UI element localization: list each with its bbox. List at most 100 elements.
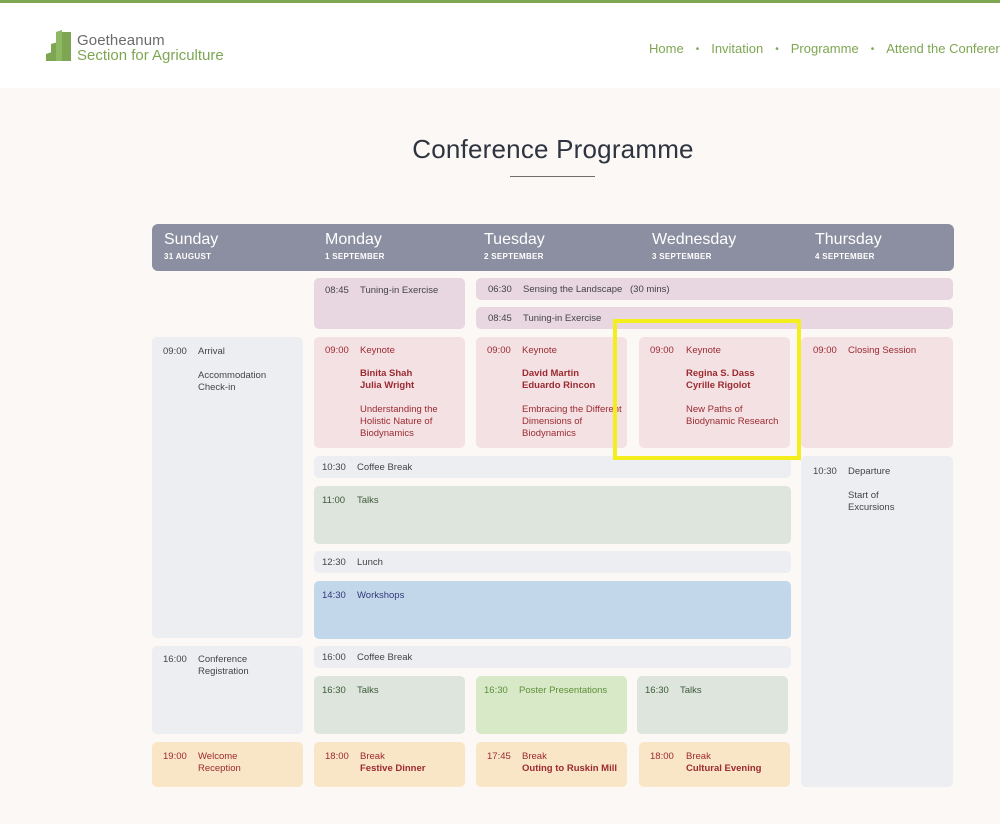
event-monday-festive-dinner[interactable]: 18:00 Break Festive Dinner (314, 742, 465, 787)
nav-separator-dot: • (870, 44, 875, 55)
event-lunch[interactable]: 12:30 Lunch (314, 551, 791, 573)
event-workshops[interactable]: 14:30 Workshops (314, 581, 791, 639)
nav-attend[interactable]: Attend the Conferer (886, 41, 999, 56)
page-title: Conference Programme (412, 134, 694, 164)
day-name: Tuesday (484, 231, 545, 248)
event-title: Keynote (522, 345, 557, 356)
day-date: 4 SEPTEMBER (815, 252, 875, 261)
event-time: 18:00 (650, 751, 674, 762)
event-time: 19:00 (163, 751, 187, 762)
event-wednesday-cultural-evening[interactable]: 18:00 Break Cultural Evening (639, 742, 790, 787)
event-time: 16:00 (322, 652, 346, 663)
site-header: Goetheanum Section for Agriculture Home •… (0, 3, 1000, 88)
event-time: 10:30 (322, 462, 346, 473)
event-thursday-departure[interactable]: 10:30 Departure Start of Excursions (801, 456, 953, 787)
event-title: Tuning-in Exercise (360, 285, 439, 296)
event-title: Departure (848, 466, 891, 477)
event-title: Reception (198, 763, 241, 774)
day-date: 31 AUGUST (164, 252, 212, 261)
event-title: Lunch (357, 557, 383, 568)
day-date: 1 SEPTEMBER (325, 252, 385, 261)
event-title: Registration (198, 666, 249, 677)
speaker-name: David Martin (522, 368, 580, 379)
event-title: Talks (680, 685, 702, 696)
event-title: Coffee Break (357, 652, 413, 663)
keynote-topic: Embracing the Different (522, 404, 622, 415)
event-time: 08:45 (325, 285, 349, 296)
main-navigation: Home • Invitation • Programme • Attend the Con… (649, 41, 1000, 56)
title-underline (510, 176, 595, 177)
event-time: 11:00 (322, 495, 346, 506)
event-time: 17:45 (487, 751, 511, 762)
event-time: 09:00 (813, 345, 837, 356)
event-time: 16:30 (645, 685, 669, 696)
keynote-topic: Understanding the (360, 404, 438, 415)
event-title: Tuning-in Exercise (523, 313, 602, 324)
nav-separator-dot: • (695, 44, 700, 55)
days-header: Sunday 31 AUGUST Monday 1 SEPTEMBER Tuesda… (152, 224, 954, 271)
event-time: 09:00 (487, 345, 511, 356)
day-date: 2 SEPTEMBER (484, 252, 544, 261)
event-title: Outing to Ruskin Mill (522, 763, 617, 774)
event-thursday-closing-session[interactable]: 09:00 Closing Session (801, 337, 953, 448)
day-date: 3 SEPTEMBER (652, 252, 712, 261)
day-name: Thursday (815, 231, 882, 248)
nav-invitation[interactable]: Invitation (711, 41, 763, 56)
event-detail: Accommodation (198, 370, 267, 381)
event-sunday-arrival[interactable]: 09:00 Arrival Accommodation Check-in (152, 337, 303, 638)
event-title: Coffee Break (357, 462, 413, 473)
event-time: 09:00 (163, 346, 187, 357)
event-sunday-registration[interactable]: 16:00 Conference Registration (152, 646, 303, 734)
event-wednesday-talks[interactable]: 16:30 Talks (637, 676, 788, 734)
nav-programme[interactable]: Programme (791, 41, 859, 56)
day-name: Wednesday (652, 231, 737, 248)
day-name: Sunday (164, 231, 219, 248)
speaker-name: Julia Wright (360, 380, 415, 391)
event-time: 16:30 (322, 685, 346, 696)
event-time: 06:30 (488, 284, 512, 295)
event-detail: Excursions (848, 502, 895, 513)
event-title: Conference (198, 654, 248, 665)
event-time: 09:00 (325, 345, 349, 356)
event-label: Break (360, 751, 385, 762)
event-label: Break (522, 751, 547, 762)
event-title: Welcome (198, 751, 238, 762)
event-time: 14:30 (322, 590, 346, 601)
event-title: Poster Presentations (519, 685, 608, 696)
event-time: 16:00 (163, 654, 187, 665)
event-monday-talks[interactable]: 16:30 Talks (314, 676, 465, 734)
event-tuesday-outing[interactable]: 17:45 Break Outing to Ruskin Mill (476, 742, 627, 787)
event-talks-morning[interactable]: 11:00 Talks (314, 486, 791, 544)
goetheanum-logo-icon[interactable] (46, 28, 76, 62)
event-time: 16:30 (484, 685, 508, 696)
event-detail: Start of (848, 490, 879, 501)
keynote-topic: Holistic Nature of (360, 416, 433, 427)
event-coffee-break-afternoon[interactable]: 16:00 Coffee Break (314, 646, 791, 668)
event-sensing-landscape[interactable]: 06:30 Sensing the Landscape (30 mins) (476, 278, 953, 300)
event-title: Workshops (357, 590, 405, 601)
logo-subtitle[interactable]: Section for Agriculture (77, 47, 224, 64)
event-time: 10:30 (813, 466, 837, 477)
nav-home[interactable]: Home (649, 41, 684, 56)
event-tuesday-keynote[interactable]: 09:00 Keynote David Martin Eduardo Rinco… (476, 337, 627, 448)
event-title: Closing Session (848, 345, 917, 356)
speaker-name: Eduardo Rincon (522, 380, 596, 391)
event-title: Cultural Evening (686, 763, 762, 774)
event-title: Festive Dinner (360, 763, 426, 774)
event-title: Talks (357, 685, 379, 696)
nav-separator-dot: • (775, 44, 779, 55)
event-title: Keynote (360, 345, 395, 356)
event-detail: Check-in (198, 382, 236, 393)
event-time: 18:00 (325, 751, 349, 762)
event-note: (30 mins) (630, 284, 670, 295)
event-sunday-welcome-reception[interactable]: 19:00 Welcome Reception (152, 742, 303, 787)
keynote-topic: Dimensions of (522, 416, 583, 427)
event-monday-tuning-in[interactable]: 08:45 Tuning-in Exercise (314, 278, 465, 329)
event-label: Break (686, 751, 711, 762)
speaker-name: Binita Shah (360, 368, 413, 379)
event-title: Talks (357, 495, 379, 506)
event-title: Arrival (198, 346, 225, 357)
event-time: 12:30 (322, 557, 346, 568)
event-monday-keynote[interactable]: 09:00 Keynote Binita Shah Julia Wright U… (314, 337, 465, 448)
event-tuesday-poster-presentations[interactable]: 16:30 Poster Presentations (476, 676, 627, 734)
